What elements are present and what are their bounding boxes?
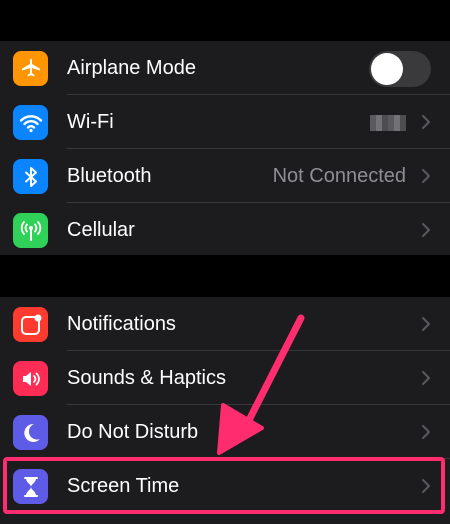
cellular-icon <box>13 213 48 248</box>
settings-row-bluetooth[interactable]: Bluetooth Not Connected <box>0 149 450 202</box>
wifi-icon <box>13 105 48 140</box>
chevron-right-icon <box>422 115 430 129</box>
chevron-right-icon <box>422 371 430 385</box>
settings-row-label: Sounds & Haptics <box>67 367 226 389</box>
settings-row-sounds-haptics[interactable]: Sounds & Haptics <box>0 351 450 404</box>
bluetooth-icon <box>13 159 48 194</box>
chevron-right-icon <box>422 223 430 237</box>
notifications-icon <box>13 307 48 342</box>
settings-row-label: Notifications <box>67 313 176 335</box>
settings-row-label: Bluetooth <box>67 165 152 187</box>
settings-screen: Airplane Mode Wi-Fi Bluetooth Not Connec… <box>0 0 450 524</box>
settings-group-connectivity: Airplane Mode Wi-Fi Bluetooth Not Connec… <box>0 41 450 255</box>
chevron-right-icon <box>422 317 430 331</box>
settings-row-notifications[interactable]: Notifications <box>0 297 450 350</box>
chevron-right-icon <box>422 169 430 183</box>
settings-row-cellular[interactable]: Cellular <box>0 203 450 256</box>
bluetooth-status-value: Not Connected <box>272 165 406 187</box>
airplane-mode-toggle[interactable] <box>369 51 431 87</box>
airplane-icon <box>13 51 48 86</box>
moon-icon <box>13 415 48 450</box>
screen-time-highlight-box <box>3 457 445 514</box>
toggle-knob <box>371 53 403 85</box>
settings-row-label: Cellular <box>67 219 135 241</box>
settings-row-airplane-mode[interactable]: Airplane Mode <box>0 41 450 94</box>
wifi-network-name-redacted <box>370 115 406 131</box>
settings-row-label: Do Not Disturb <box>67 421 199 443</box>
settings-row-label: Wi-Fi <box>67 111 114 133</box>
settings-row-wifi[interactable]: Wi-Fi <box>0 95 450 148</box>
speaker-icon <box>13 361 48 396</box>
chevron-right-icon <box>422 425 430 439</box>
settings-row-do-not-disturb[interactable]: Do Not Disturb <box>0 405 450 458</box>
settings-row-label: Airplane Mode <box>67 57 196 79</box>
